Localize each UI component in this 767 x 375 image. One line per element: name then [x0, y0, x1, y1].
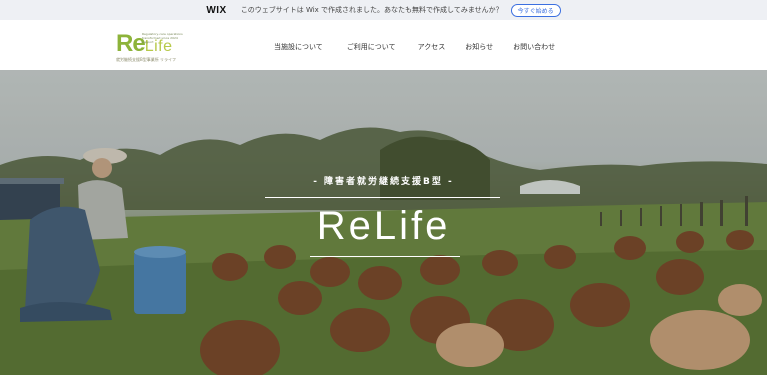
hero-subtitle: - 障害者就労継続支援B型 - [313, 177, 454, 187]
hero-divider-top [265, 197, 500, 198]
wix-banner-message: このウェブサイトは Wix で作成されました。あなたも無料で作成してみませんか？ [240, 6, 503, 14]
nav-item-usage[interactable]: ご利用について [347, 42, 396, 52]
logo-tagline: Regulatory-care operations transformed s… [142, 32, 183, 44]
nav-item-news[interactable]: お知らせ [465, 42, 493, 52]
wix-banner: WIX このウェブサイトは Wix で作成されました。あなたも無料で作成してみま… [0, 0, 767, 20]
nav-item-access[interactable]: アクセス [418, 42, 446, 52]
main-nav: 当施設について ご利用について アクセス お知らせ お問い合わせ [274, 42, 555, 52]
wix-logo[interactable]: WIX [206, 5, 226, 16]
hero-title: ReLife [316, 204, 451, 248]
hero-divider-bottom [310, 256, 460, 257]
hero-section: - 障害者就労継続支援B型 - ReLife [0, 70, 767, 375]
site-logo[interactable]: ReLife Regulatory-care operations transf… [116, 30, 188, 64]
site-header: ReLife Regulatory-care operations transf… [0, 20, 767, 70]
nav-item-about[interactable]: 当施設について [274, 42, 323, 52]
logo-subtext: 就労継続支援B型事業所 リライフ [116, 57, 177, 62]
wix-start-button[interactable]: 今すぐ始める [510, 3, 561, 17]
logo-re: Re [116, 30, 146, 57]
nav-item-contact[interactable]: お問い合わせ [513, 42, 555, 52]
